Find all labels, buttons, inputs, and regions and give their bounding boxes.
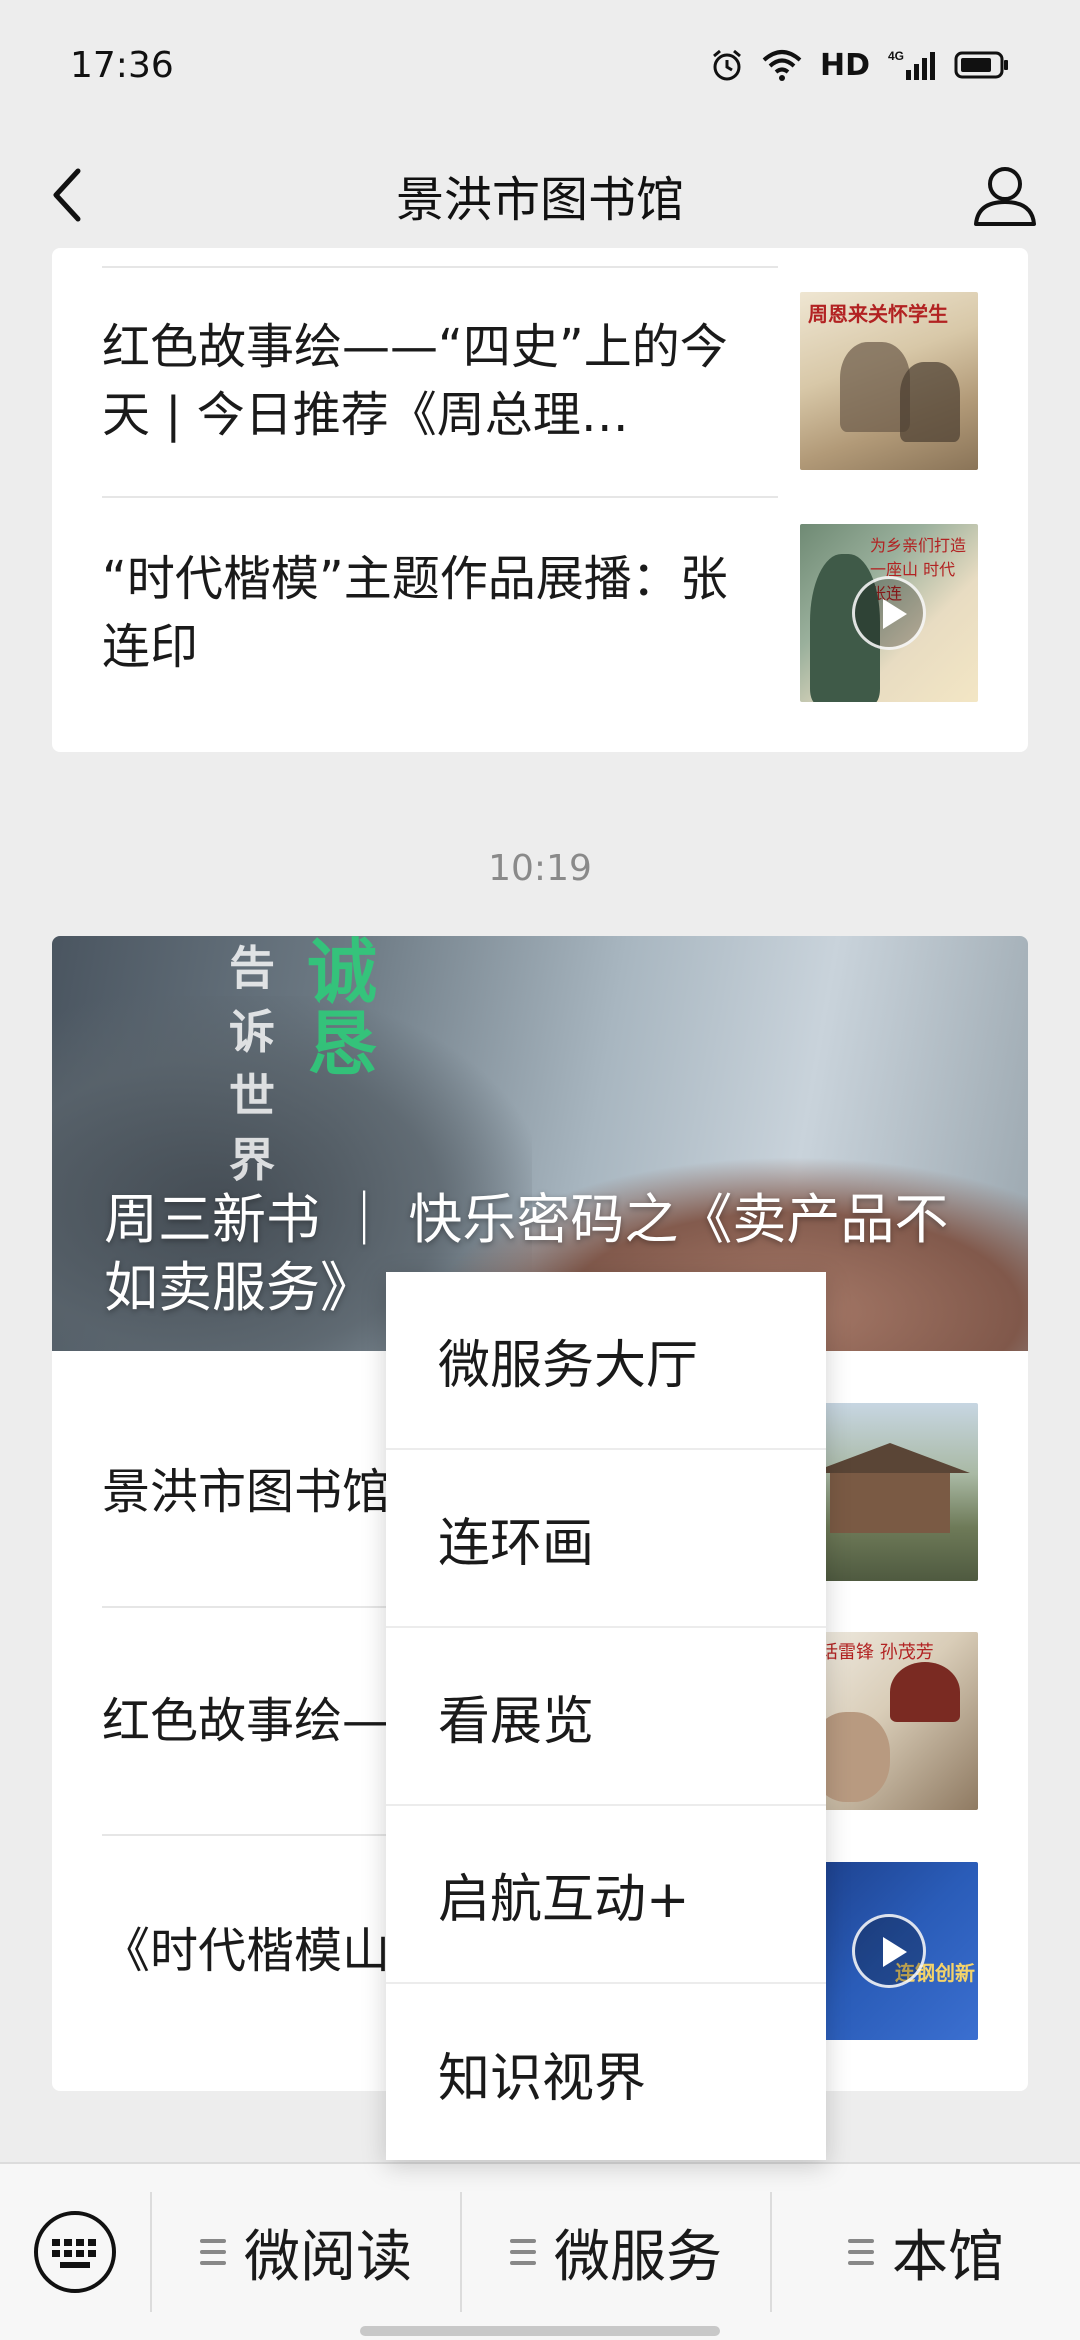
page-title: 景洪市图书馆 — [395, 172, 684, 228]
thumb-roof — [810, 1443, 970, 1473]
menu-lines-icon — [510, 2239, 536, 2265]
signal-icon: 4G — [888, 49, 935, 80]
divider — [102, 496, 778, 498]
article-thumbnail: 连钢创新 — [800, 1862, 978, 2040]
article-thumbnail: 话雷锋 孙茂芳 — [800, 1632, 978, 1810]
svg-text:4G: 4G — [888, 49, 904, 63]
hero-overlay-green: 诚恳 — [307, 936, 377, 1085]
thumb-figure — [900, 362, 960, 442]
bottom-tab-label: 微阅读 — [244, 2224, 412, 2290]
article-card-top: 红色故事绘——“四史”上的今天 | 今日推荐《周总理… 周恩来关怀学生 “时代楷… — [52, 248, 1028, 752]
alarm-icon — [713, 49, 741, 81]
keyboard-icon — [34, 2211, 116, 2293]
bottom-tab-micro-service[interactable]: 微服务 — [460, 2192, 770, 2312]
keyboard-toggle-button[interactable] — [0, 2163, 150, 2340]
thumb-caption: 话雷锋 孙茂芳 — [820, 1642, 934, 1663]
battery-icon — [954, 51, 1008, 79]
menu-item-launch-interaction[interactable]: 启航互动+ — [386, 1806, 826, 1984]
back-arrow-icon[interactable] — [40, 165, 100, 225]
status-time: 17:36 — [70, 44, 174, 86]
menu-lines-icon — [200, 2239, 226, 2265]
thumb-figure — [890, 1662, 960, 1722]
article-thumbnail — [800, 1403, 978, 1581]
nav-bar: 景洪市图书馆 — [0, 130, 1080, 260]
bottom-tab-micro-reading[interactable]: 微阅读 — [150, 2192, 460, 2312]
menu-item-comic-books[interactable]: 连环画 — [386, 1450, 826, 1628]
article-item[interactable]: “时代楷模”主题作品展播：张连印 为乡亲们打造 一座山 时代 张连 — [102, 524, 978, 702]
article-thumbnail: 为乡亲们打造 一座山 时代 张连 — [800, 524, 978, 702]
thumb-caption: 周恩来关怀学生 — [808, 302, 948, 326]
article-title: “时代楷模”主题作品展播：张连印 — [102, 551, 728, 675]
hero-overlay-white: 告诉世界 — [229, 941, 275, 1187]
home-indicator[interactable] — [360, 2326, 720, 2336]
wifi-icon — [762, 50, 802, 81]
status-bar: 17:36 HD 4G — [0, 0, 1080, 130]
bottom-menu-bar: 微阅读 微服务 本馆 — [0, 2162, 1080, 2340]
menu-lines-icon — [848, 2239, 874, 2265]
play-icon[interactable] — [852, 1914, 926, 1988]
profile-icon[interactable] — [970, 160, 1040, 230]
menu-item-micro-service-hall[interactable]: 微服务大厅 — [386, 1272, 826, 1450]
thumb-building — [830, 1473, 950, 1533]
menu-item-knowledge-vision[interactable]: 知识视界 — [386, 1984, 826, 2162]
divider — [102, 266, 778, 268]
menu-item-exhibitions[interactable]: 看展览 — [386, 1628, 826, 1806]
message-timestamp: 10:19 — [488, 848, 592, 889]
bottom-tab-label: 本馆 — [892, 2224, 1004, 2290]
bottom-tab-library[interactable]: 本馆 — [770, 2192, 1080, 2312]
status-icons: HD 4G — [710, 48, 1010, 83]
article-title: 红色故事绘——“四史”上的今天 | 今日推荐《周总理… — [102, 319, 728, 443]
service-popup-menu: 微服务大厅 连环画 看展览 启航互动+ 知识视界 — [386, 1272, 826, 2160]
bottom-tab-label: 微服务 — [554, 2224, 722, 2290]
article-item[interactable]: 红色故事绘——“四史”上的今天 | 今日推荐《周总理… 周恩来关怀学生 — [102, 292, 978, 470]
play-icon[interactable] — [852, 576, 926, 650]
article-thumbnail: 周恩来关怀学生 — [800, 292, 978, 470]
hd-label: HD — [819, 47, 870, 83]
